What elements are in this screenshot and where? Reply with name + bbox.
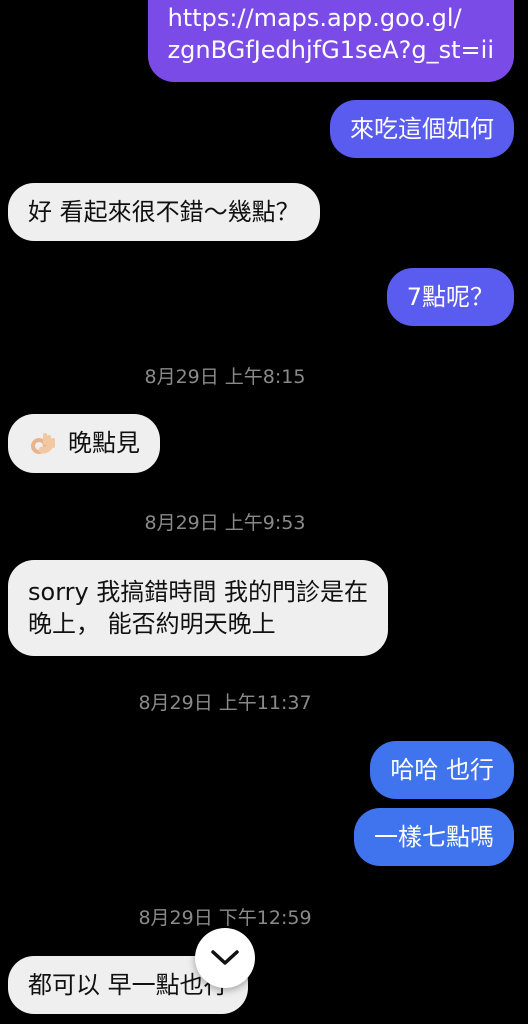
message-bubble-outgoing[interactable]: https://maps.app.goo.gl/ zgnBGfJedhjfG1s… (147, 0, 514, 82)
chevron-down-icon (211, 950, 239, 965)
message-link-line[interactable]: zgnBGfJedhjfG1seA?g_st=ii (168, 34, 494, 66)
timestamp: 8月29日 上午8:15 (144, 366, 306, 388)
message-text-line: sorry 我搞錯時間 我的門診是在 (28, 578, 368, 606)
message-text: 都可以 早一點也行 (28, 971, 228, 999)
message-bubble-outgoing[interactable]: 哈哈 也行 (370, 741, 514, 799)
message-bubble-incoming[interactable]: 好 看起來很不錯～幾點？ (8, 183, 320, 241)
message-bubble-outgoing[interactable]: 來吃這個如何 (330, 100, 514, 158)
message-bubble-outgoing[interactable]: 一樣七點嗎 (354, 808, 514, 866)
message-text: 一樣七點嗎 (374, 823, 494, 851)
chat-thread[interactable]: https://maps.app.goo.gl/ zgnBGfJedhjfG1s… (0, 0, 528, 1024)
message-text: 哈哈 也行 (390, 756, 494, 784)
message-bubble-incoming[interactable]: sorry 我搞錯時間 我的門診是在 晚上， 能否約明天晚上 (8, 560, 388, 656)
message-text: 晚點見 (68, 429, 140, 457)
message-text: 來吃這個如何 (350, 115, 494, 143)
timestamp: 8月29日 下午12:59 (138, 907, 312, 929)
message-text: 好 看起來很不錯～幾點？ (28, 198, 300, 226)
ok-hand-icon (28, 429, 58, 459)
timestamp: 8月29日 上午11:37 (138, 692, 312, 714)
message-text: 7點呢？ (406, 283, 494, 311)
scroll-to-bottom-button[interactable] (195, 928, 255, 988)
message-bubble-outgoing[interactable]: 7點呢？ (386, 268, 514, 326)
message-text-line: 晚上， 能否約明天晚上 (28, 610, 276, 638)
message-link-line[interactable]: https://maps.app.goo.gl/ (168, 2, 494, 34)
timestamp: 8月29日 上午9:53 (144, 512, 306, 534)
message-bubble-incoming[interactable]: 晚點見 (8, 414, 160, 473)
